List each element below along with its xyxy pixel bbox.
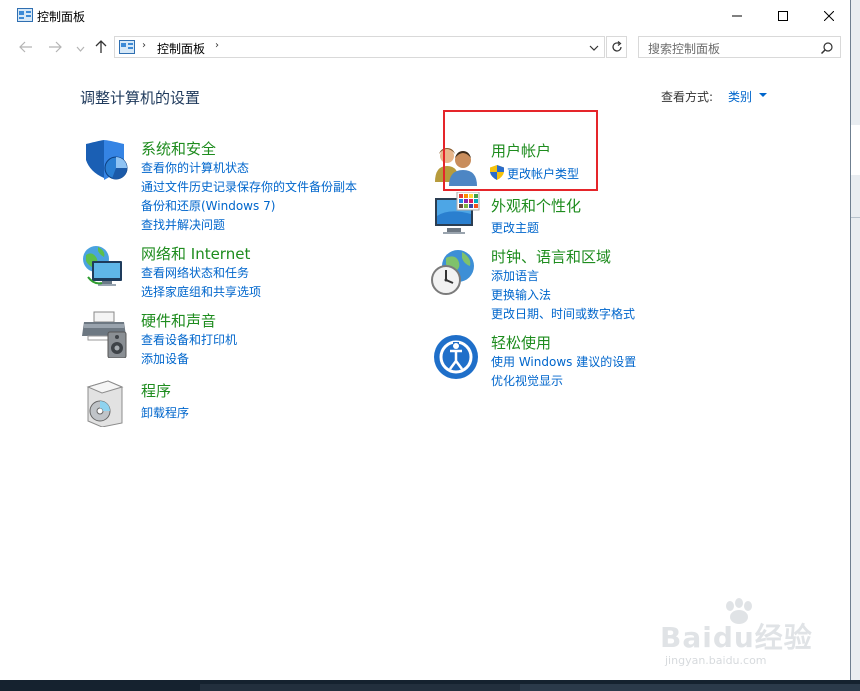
link-network-status[interactable]: 查看网络状态和任务 (141, 264, 249, 281)
watermark-url: jingyan.baidu.com (665, 654, 767, 667)
navigation-bar: › 控制面板 › 搜索控制面板 (0, 33, 850, 61)
refresh-button[interactable] (606, 36, 627, 58)
page-title: 调整计算机的设置 (80, 89, 201, 107)
title-bar[interactable]: 控制面板 (0, 0, 850, 31)
clock-globe-icon[interactable] (430, 248, 478, 296)
category-title-hardware-sound[interactable]: 硬件和声音 (141, 310, 216, 331)
link-view-computer-status[interactable]: 查看你的计算机状态 (141, 159, 249, 176)
caret-down-icon[interactable] (759, 93, 767, 97)
printer-speaker-icon[interactable] (80, 310, 128, 358)
link-devices-printers[interactable]: 查看设备和打印机 (141, 331, 237, 348)
control-panel-icon (119, 40, 135, 54)
annotation-highlight-box (443, 110, 598, 191)
control-panel-icon (17, 8, 33, 22)
window-title: 控制面板 (37, 10, 86, 24)
link-add-device[interactable]: 添加设备 (141, 350, 189, 367)
chevron-down-icon (589, 45, 599, 51)
search-icon[interactable] (820, 41, 834, 55)
link-add-language[interactable]: 添加语言 (491, 267, 539, 284)
shield-icon[interactable] (82, 138, 130, 186)
maximize-icon (778, 10, 788, 21)
link-uninstall-program[interactable]: 卸载程序 (141, 404, 189, 421)
category-title-programs[interactable]: 程序 (141, 380, 171, 401)
baidu-watermark: Baidu经验 jingyan.baidu.com (660, 598, 840, 678)
chevron-down-icon (76, 46, 85, 52)
search-box[interactable]: 搜索控制面板 (638, 36, 841, 58)
arrow-up-icon (95, 40, 107, 53)
recent-locations-button[interactable] (76, 42, 85, 56)
ease-of-access-icon[interactable] (432, 333, 480, 381)
breadcrumb-separator[interactable]: › (215, 40, 219, 51)
programs-disc-icon[interactable] (82, 379, 130, 427)
category-title-system-security[interactable]: 系统和安全 (141, 138, 216, 159)
address-bar[interactable]: › 控制面板 › (114, 36, 605, 58)
view-by-label: 查看方式: (661, 90, 714, 104)
arrow-left-icon (19, 41, 32, 53)
back-button[interactable] (19, 40, 33, 54)
minimize-icon (732, 15, 742, 16)
network-globe-icon[interactable] (80, 243, 128, 291)
close-icon (824, 10, 834, 21)
link-recommended-settings[interactable]: 使用 Windows 建议的设置 (491, 353, 636, 370)
minimize-button[interactable] (714, 0, 760, 31)
view-by-dropdown[interactable]: 类别 (728, 88, 752, 105)
category-title-network-internet[interactable]: 网络和 Internet (141, 243, 250, 264)
forward-button[interactable] (48, 40, 62, 54)
arrow-right-icon (49, 41, 62, 53)
link-change-date-time-format[interactable]: 更改日期、时间或数字格式 (491, 305, 635, 322)
breadcrumb-control-panel[interactable]: 控制面板 (157, 40, 205, 57)
category-title-clock-region[interactable]: 时钟、语言和区域 (491, 246, 611, 267)
link-change-theme[interactable]: 更改主题 (491, 219, 539, 236)
desktop-background (851, 0, 860, 691)
link-homegroup-sharing[interactable]: 选择家庭组和共享选项 (141, 283, 261, 300)
link-optimize-visual-display[interactable]: 优化视觉显示 (491, 372, 563, 389)
link-troubleshoot[interactable]: 查找并解决问题 (141, 216, 225, 233)
monitor-palette-icon[interactable] (433, 192, 481, 240)
category-title-appearance[interactable]: 外观和个性化 (491, 195, 581, 216)
maximize-button[interactable] (760, 0, 806, 31)
address-dropdown-button[interactable] (587, 41, 601, 55)
refresh-icon (611, 41, 622, 52)
category-title-ease-of-access[interactable]: 轻松使用 (491, 332, 551, 353)
taskbar (0, 680, 860, 691)
link-change-input-method[interactable]: 更换输入法 (491, 286, 551, 303)
control-panel-window: 控制面板 › 控制面板 › 搜索控制面板 调整计算机的设置 查看方式: 类别 系… (0, 0, 851, 680)
search-placeholder: 搜索控制面板 (648, 42, 721, 56)
breadcrumb-separator[interactable]: › (142, 40, 146, 51)
up-button[interactable] (94, 40, 108, 54)
watermark-brand: Baidu经验 (660, 621, 813, 654)
link-file-history-backup[interactable]: 通过文件历史记录保存你的文件备份副本 (141, 178, 357, 195)
close-button[interactable] (806, 0, 852, 31)
link-backup-restore-win7[interactable]: 备份和还原(Windows 7) (141, 197, 275, 214)
